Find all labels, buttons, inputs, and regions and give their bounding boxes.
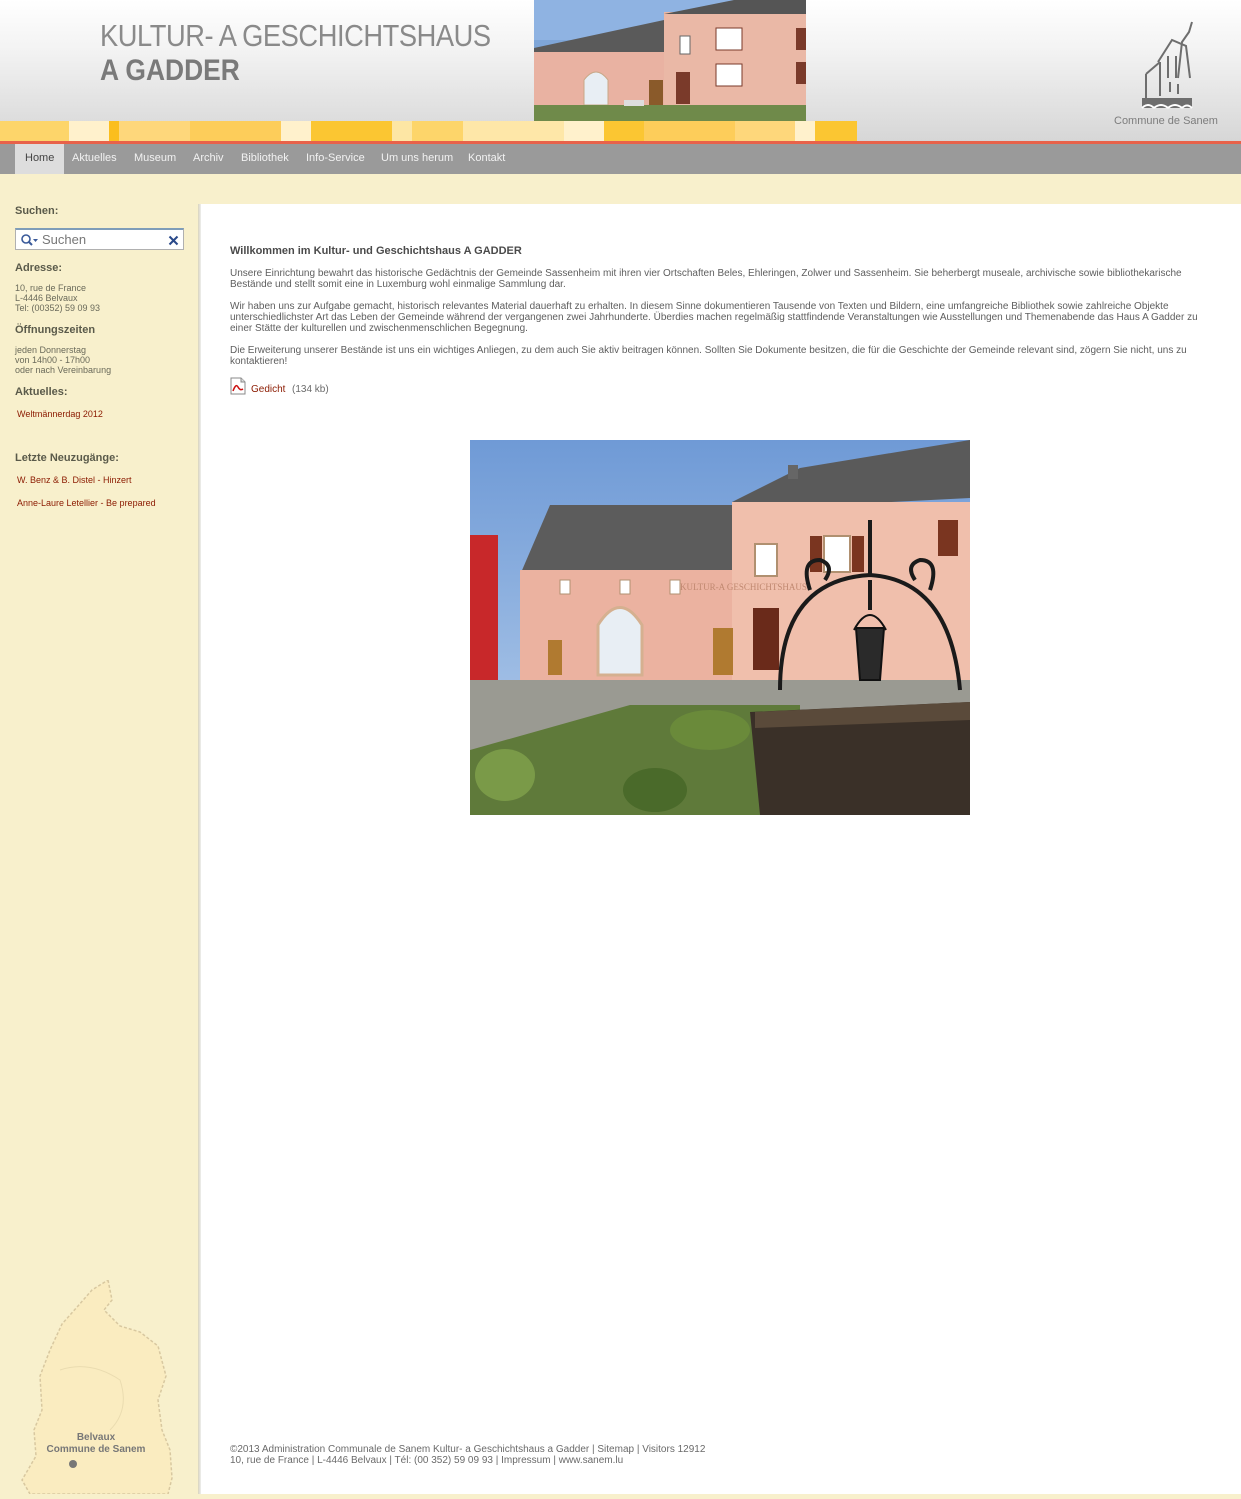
page-title: Willkommen im Kultur- und Geschichtshaus… [230,245,522,257]
nav-item-bibliothek[interactable]: Bibliothek [231,144,299,174]
main-content: Willkommen im Kultur- und Geschichtshaus… [201,204,1241,1494]
nav-item-info-service[interactable]: Info-Service [296,144,375,174]
contribution-paragraph: Die Erweiterung unserer Bestände ist uns… [230,345,1187,367]
nav-item-archiv[interactable]: Archiv [183,144,234,174]
search-icon[interactable] [20,233,38,247]
intro-paragraph: Unsere Einrichtung bewahrt das historisc… [230,268,1182,290]
map-label-belvaux: Belvaux [77,1432,116,1443]
news-link[interactable]: Weltmännerdag 2012 [17,409,103,419]
logo-caption: Commune de Sanem [1114,115,1218,127]
site-title-line1[interactable]: KULTUR- A GESCHICHTSHAUS [100,18,491,54]
phone-line: Tel: (00352) 59 09 93 [15,303,101,313]
nav-item-home[interactable]: Home [15,144,65,174]
new-arrivals-heading: Letzte Neuzugänge: [15,452,119,464]
nav-item-kontakt[interactable]: Kontakt [458,144,515,174]
luxembourg-map: Belvaux Commune de Sanem [0,1278,198,1495]
site-title-line2[interactable]: A GADDER [100,54,240,88]
nav-item-aktuelles[interactable]: Aktuelles [62,144,127,174]
header-building-photo [534,0,806,121]
search-input[interactable] [42,231,162,247]
news-heading: Aktuelles: [15,386,68,398]
opening-hours-line: jeden Donnerstag [15,345,87,355]
opening-hours-line: von 14h00 - 17h00 [15,355,91,365]
search-heading: Suchen: [15,205,59,217]
site-header: KULTUR- A GESCHICHTSHAUS A GADDER Commun… [0,0,1241,144]
decorative-stripes [0,121,857,141]
building-photo: KULTUR-A GESCHICHTSHAUS [470,440,970,815]
map-label-commune: Commune de Sanem [47,1444,146,1455]
address-line: L-4446 Belvaux [15,293,78,303]
new-arrival-link[interactable]: Anne-Laure Letellier - Be prepared [17,498,156,508]
address-line: 10, rue de France [15,283,87,293]
opening-hours-line: oder nach Vereinbarung [15,365,112,375]
mission-paragraph: Wir haben uns zur Aufgabe gemacht, histo… [230,301,1198,334]
nav-item-museum[interactable]: Museum [124,144,186,174]
new-arrival-link[interactable]: W. Benz & B. Distel - Hinzert [17,475,132,485]
search-box[interactable] [15,228,184,250]
main-navigation: Home Aktuelles Museum Archiv Bibliothek … [0,144,1241,174]
address-heading: Adresse: [15,262,63,274]
footer-line-2: 10, rue de France | L-4446 Belvaux | Tél… [230,1455,624,1466]
nav-item-um-uns-herum[interactable]: Um uns herum [371,144,463,174]
svg-text:KULTUR-A GESCHICHTSHAUS: KULTUR-A GESCHICHTSHAUS [680,582,807,592]
opening-hours-heading: Öffnungszeiten [15,324,96,336]
clear-search-icon[interactable] [168,233,179,246]
commune-sanem-logo-icon[interactable] [1112,18,1222,128]
pdf-icon[interactable] [230,377,246,395]
footer-line-1: ©2013 Administration Communale de Sanem … [230,1444,706,1455]
pdf-file-size: (134 kb) [292,384,329,395]
pdf-download-link[interactable]: Gedicht [251,384,285,395]
